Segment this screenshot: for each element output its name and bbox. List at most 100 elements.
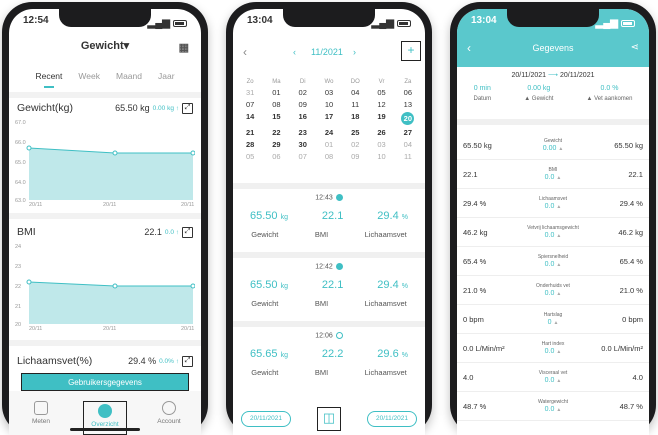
calendar-day[interactable]: 13	[395, 100, 421, 109]
label-bmi: BMI	[314, 230, 329, 240]
new-value: 65.4 %	[619, 256, 643, 266]
page-title[interactable]: Gewicht	[81, 40, 124, 52]
divider	[9, 340, 201, 346]
calendar-day[interactable]: 08	[263, 100, 289, 109]
calendar-day[interactable]: 28	[237, 140, 263, 149]
compare-row: 0 bpm Hartslag 0 ▲ 0 bpm	[457, 305, 649, 334]
calendar-day[interactable]: 05	[237, 152, 263, 161]
calendar-day[interactable]: 10	[316, 100, 342, 109]
data-point	[190, 150, 195, 156]
metric-delta: 0.0	[544, 173, 555, 181]
tab-recent[interactable]: Recent	[35, 71, 62, 88]
summary-value: 0 min	[473, 85, 491, 92]
calendar-day[interactable]: 07	[290, 152, 316, 161]
record-card[interactable]: 12:06 65.65 kg 22.2 29.6 % Gewicht BMI Licha…	[233, 321, 425, 383]
calendar-day[interactable]: 04	[342, 88, 368, 97]
metric: Gewicht 0.00 ▲	[543, 138, 564, 153]
to-date-button[interactable]: 20/11/2021	[367, 411, 417, 427]
back-icon[interactable]: ‹	[243, 45, 247, 59]
expand-icon[interactable]: ⤢	[182, 226, 193, 238]
calendar-day[interactable]: 11	[342, 100, 368, 109]
calendar-day[interactable]: 18	[342, 112, 368, 125]
calendar-day[interactable]: 12	[368, 100, 394, 109]
calendar-day[interactable]: 10	[368, 152, 394, 161]
calendar-day[interactable]: 06	[263, 152, 289, 161]
calendar-day[interactable]: 09	[290, 100, 316, 109]
unit: kg	[280, 214, 288, 222]
notch	[507, 9, 599, 27]
calendar-day[interactable]: 03	[368, 140, 394, 149]
clock: 13:04	[247, 15, 273, 26]
metric-name: Watergewicht	[537, 398, 569, 405]
calendar-day[interactable]: 04	[395, 140, 421, 149]
calendar-day[interactable]: 23	[290, 128, 316, 137]
add-icon[interactable]: +	[401, 41, 421, 61]
label-fat: Lichaamsvet	[364, 230, 407, 240]
calendar-day[interactable]: 05	[368, 88, 394, 97]
record-fat: 29.6	[377, 348, 399, 361]
calendar-day[interactable]: 24	[316, 128, 342, 137]
calendar-day[interactable]: 27	[395, 128, 421, 137]
up-arrow-icon: ▲	[556, 174, 562, 181]
calendar-day[interactable]: 14	[237, 112, 263, 125]
calendar-day[interactable]: 30	[290, 140, 316, 149]
calendar-day[interactable]: 31	[237, 88, 263, 97]
nav-measure[interactable]: Meten	[19, 401, 63, 435]
expand-icon[interactable]: ⤢	[182, 355, 193, 367]
calendar-day[interactable]: 01	[316, 140, 342, 149]
bmi-chart-svg	[26, 279, 195, 324]
calendar-day[interactable]: 21	[237, 128, 263, 137]
from-date-button[interactable]: 20/11/2021	[241, 411, 291, 427]
calendar-day[interactable]: 15	[263, 112, 289, 125]
calendar-icon[interactable]: ▦	[179, 41, 189, 54]
metric: Lichaamsvet 0.0 ▲	[539, 196, 567, 211]
record-card[interactable]: 12:43 65.50 kg 22.1 29.4 % Gewicht BMI Licha…	[233, 183, 425, 245]
expand-icon[interactable]: ⤢	[182, 102, 193, 114]
calendar-day[interactable]: 17	[316, 112, 342, 125]
calendar-day[interactable]: 25	[342, 128, 368, 137]
old-value: 0 bpm	[463, 314, 484, 324]
calendar-day[interactable]: 09	[342, 152, 368, 161]
next-month-icon[interactable]: ›	[353, 47, 356, 57]
metric: Vetvrij lichaamsgewicht 0.0 ▲	[527, 225, 579, 240]
fat-section: Lichaamsvet(%) 29.4 % 0.0% ↑ ⤢	[9, 351, 201, 371]
calendar-day[interactable]: 11	[395, 152, 421, 161]
calendar-day[interactable]: 02	[342, 140, 368, 149]
tab-week[interactable]: Week	[78, 71, 100, 88]
up-arrow-icon: ▲	[556, 290, 562, 297]
metric: Spiersnelheid 0.0 ▲	[538, 254, 568, 269]
nav-label: Overzicht	[91, 421, 119, 428]
record-card[interactable]: 12:42 65.50 kg 22.1 29.4 % Gewicht BMI Licha…	[233, 252, 425, 314]
from-date: 20/11/2021	[511, 72, 547, 79]
calendar-day[interactable]: 22	[263, 128, 289, 137]
calendar-day[interactable]: 03	[316, 88, 342, 97]
calendar-day[interactable]: 26	[368, 128, 394, 137]
chevron-down-icon[interactable]: ▾	[124, 40, 130, 52]
tab-month[interactable]: Maand	[116, 71, 142, 88]
notch	[283, 9, 375, 27]
screen: 13:04 ▂▄▆ ‹ ‹ 11/2021 › + Zo Ma Di Wo DO Vr Za …	[233, 9, 425, 435]
summary-label: ▲ Gewicht	[524, 96, 554, 102]
calendar-day[interactable]: 29	[263, 140, 289, 149]
calendar-day[interactable]: 02	[290, 88, 316, 97]
user-data-button[interactable]: Gebruikersgegevens	[21, 373, 189, 391]
metric-name: Hart index	[541, 340, 565, 347]
nav-account[interactable]: Account	[147, 401, 191, 435]
compare-icon[interactable]: ◫	[317, 407, 341, 431]
tab-year[interactable]: Jaar	[158, 71, 175, 88]
calendar-day[interactable]: 06	[395, 88, 421, 97]
calendar-day[interactable]: 08	[316, 152, 342, 161]
metric-delta: 0.0	[544, 231, 555, 239]
calendar-day[interactable]: 19	[368, 112, 394, 125]
old-value: 21.0 %	[463, 285, 487, 295]
metric-delta: 0.00	[542, 144, 557, 152]
prev-month-icon[interactable]: ‹	[293, 47, 296, 57]
up-arrow-icon: ▲	[556, 232, 562, 239]
calendar-day[interactable]: 16	[290, 112, 316, 125]
share-icon[interactable]: ⋖	[631, 42, 639, 53]
compare-row: 22.1 BMI 0.0 ▲ 22.1	[457, 160, 649, 189]
calendar-day[interactable]: 01	[263, 88, 289, 97]
calendar-day[interactable]: 07	[237, 100, 263, 109]
calendar-day-selected[interactable]: 20	[401, 112, 415, 125]
metric: Hart index 0.0 ▲	[542, 341, 565, 356]
